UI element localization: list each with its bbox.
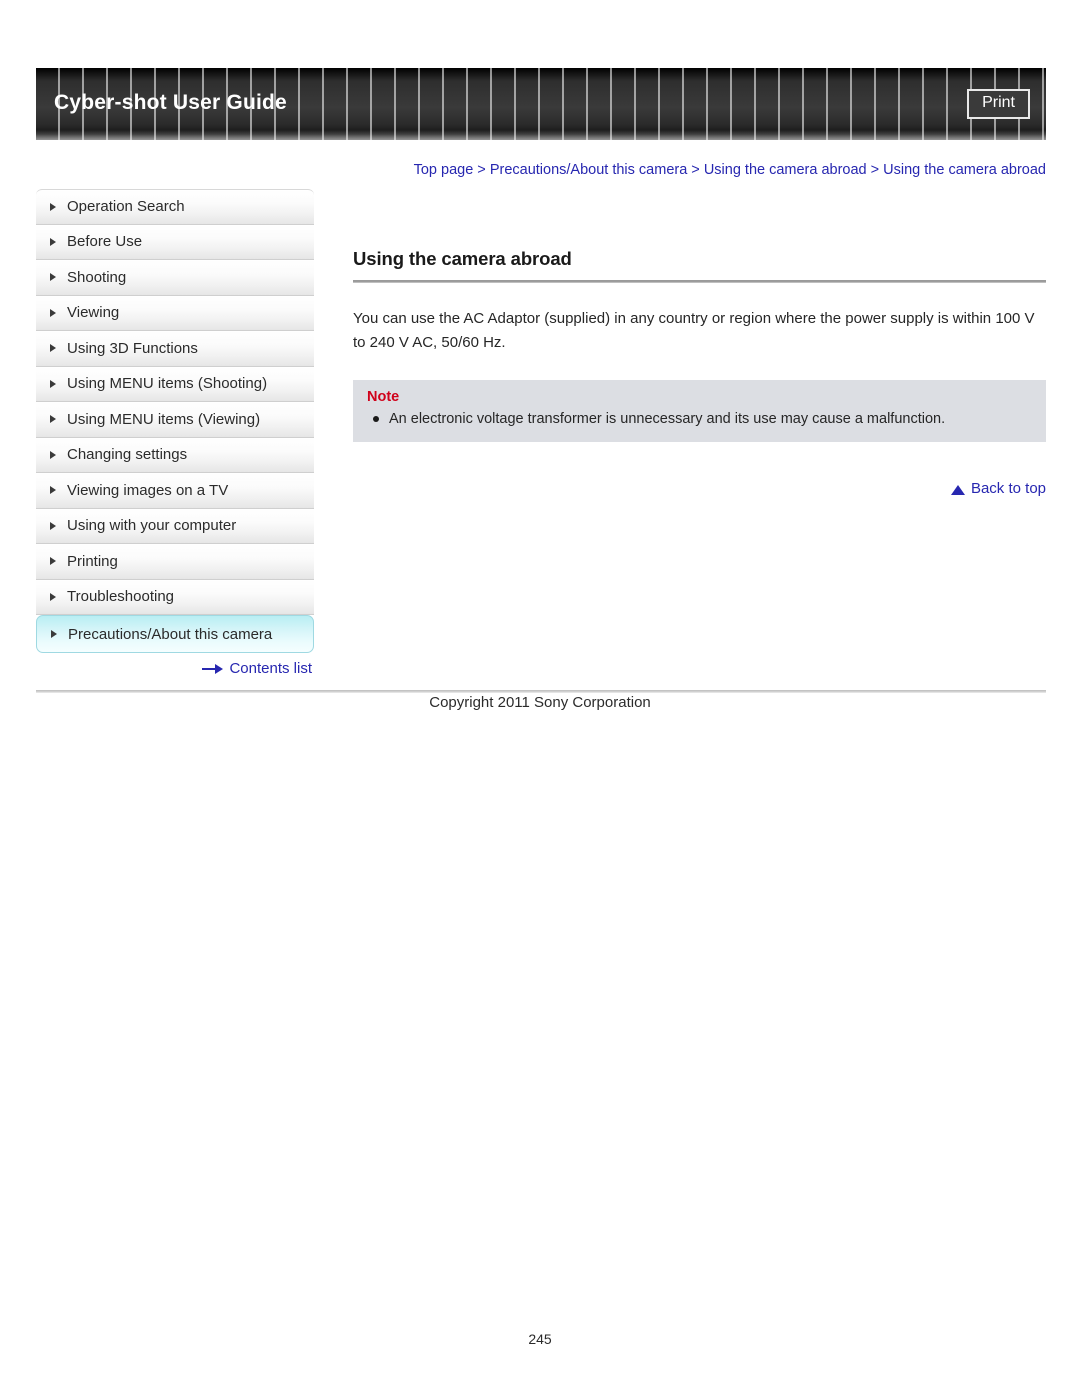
sidebar-item-label: Precautions/About this camera — [68, 625, 273, 643]
sidebar-item-label: Shooting — [67, 268, 127, 286]
sidebar-item-list: Operation Search Before Use Shooting Viewin… — [36, 189, 314, 653]
triangle-right-icon — [50, 308, 56, 317]
page-number: 245 — [528, 1331, 552, 1347]
sidebar-item-changing-settings[interactable]: Changing settings — [36, 437, 314, 473]
breadcrumb-separator: > — [687, 162, 704, 178]
sidebar-item-using-menu-items-viewing[interactable]: Using MENU items (Viewing) — [36, 402, 314, 438]
footer-divider — [36, 690, 1046, 693]
triangle-right-icon — [50, 450, 56, 459]
breadcrumb-item[interactable]: Precautions/About this camera — [490, 162, 687, 178]
breadcrumb-item[interactable]: Top page — [414, 162, 474, 178]
sidebar-item-before-use[interactable]: Before Use — [36, 224, 314, 260]
triangle-right-icon — [50, 237, 56, 246]
breadcrumb-item[interactable]: Using the camera abroad — [704, 162, 867, 178]
back-to-top-link[interactable]: Back to top — [971, 480, 1046, 497]
triangle-right-icon — [50, 557, 56, 566]
sidebar-item-troubleshooting[interactable]: Troubleshooting — [36, 579, 314, 615]
sidebar-item-label: Before Use — [67, 233, 143, 251]
sidebar-item-viewing[interactable]: Viewing — [36, 295, 314, 331]
sidebar-item-label: Using with your computer — [67, 517, 237, 535]
triangle-right-icon — [50, 273, 56, 282]
triangle-right-icon — [50, 592, 56, 601]
sidebar-item-label: Using MENU items (Shooting) — [67, 375, 268, 393]
page-title: Using the camera abroad — [353, 248, 572, 269]
sidebar-item-viewing-images-on-a-tv[interactable]: Viewing images on a TV — [36, 473, 314, 509]
note-item-text: An electronic voltage transformer is unn… — [389, 411, 946, 427]
sidebar-item-label: Operation Search — [67, 198, 185, 216]
breadcrumb-item[interactable]: Using the camera abroad — [883, 162, 1046, 178]
sidebar-item-label: Troubleshooting — [67, 588, 175, 606]
sidebar-item-label: Changing settings — [67, 446, 188, 464]
arrow-right-icon — [202, 664, 224, 674]
triangle-right-icon — [50, 202, 56, 211]
sidebar-item-printing[interactable]: Printing — [36, 544, 314, 580]
note-title: Note — [367, 389, 400, 405]
triangle-right-icon — [51, 630, 57, 638]
sidebar-navigation: Operation Search Before Use Shooting Viewin… — [36, 189, 314, 677]
sidebar-item-using-with-your-computer[interactable]: Using with your computer — [36, 508, 314, 544]
triangle-right-icon — [50, 521, 56, 530]
sidebar-item-shooting[interactable]: Shooting — [36, 260, 314, 296]
sidebar-item-label: Printing — [67, 552, 118, 570]
sidebar-item-precautions-about-this-camera[interactable]: Precautions/About this camera — [36, 615, 314, 653]
triangle-right-icon — [50, 379, 56, 388]
breadcrumb: Top page > Precautions/About this camera… — [353, 160, 1046, 181]
back-to-top-row[interactable]: Back to top — [353, 480, 1046, 497]
triangle-right-icon — [50, 415, 56, 424]
triangle-right-icon — [50, 344, 56, 353]
note-box: Note An electronic voltage transformer i… — [353, 380, 1046, 442]
breadcrumb-separator: > — [866, 162, 884, 178]
sidebar-item-label: Using 3D Functions — [67, 339, 198, 357]
sidebar-item-using-3d-functions[interactable]: Using 3D Functions — [36, 331, 314, 367]
heading-divider — [353, 280, 1046, 283]
breadcrumb-separator: > — [473, 162, 490, 178]
note-item-list: An electronic voltage transformer is unn… — [367, 408, 1032, 430]
header-banner: Cyber-shot User Guide Print — [36, 68, 1046, 140]
sidebar-item-label: Viewing — [67, 304, 120, 322]
contents-list-row[interactable]: Contents list — [36, 660, 314, 677]
copyright-text: Copyright 2011 Sony Corporation — [429, 694, 651, 711]
triangle-right-icon — [50, 486, 56, 495]
print-button[interactable]: Print — [967, 89, 1030, 119]
triangle-up-icon — [950, 484, 965, 495]
contents-list-link[interactable]: Contents list — [229, 660, 312, 677]
sidebar-item-operation-search[interactable]: Operation Search — [36, 189, 314, 225]
sidebar-item-using-menu-items-shooting[interactable]: Using MENU items (Shooting) — [36, 366, 314, 402]
sidebar-item-label: Viewing images on a TV — [67, 481, 229, 499]
sidebar-item-label: Using MENU items (Viewing) — [67, 410, 261, 428]
main-content: Using the camera abroad You can use the … — [353, 248, 1046, 497]
intro-paragraph: You can use the AC Adaptor (supplied) in… — [353, 310, 1035, 351]
bullet-icon — [373, 416, 379, 422]
note-item: An electronic voltage transformer is unn… — [367, 408, 1032, 430]
site-title: Cyber-shot User Guide — [54, 91, 287, 114]
